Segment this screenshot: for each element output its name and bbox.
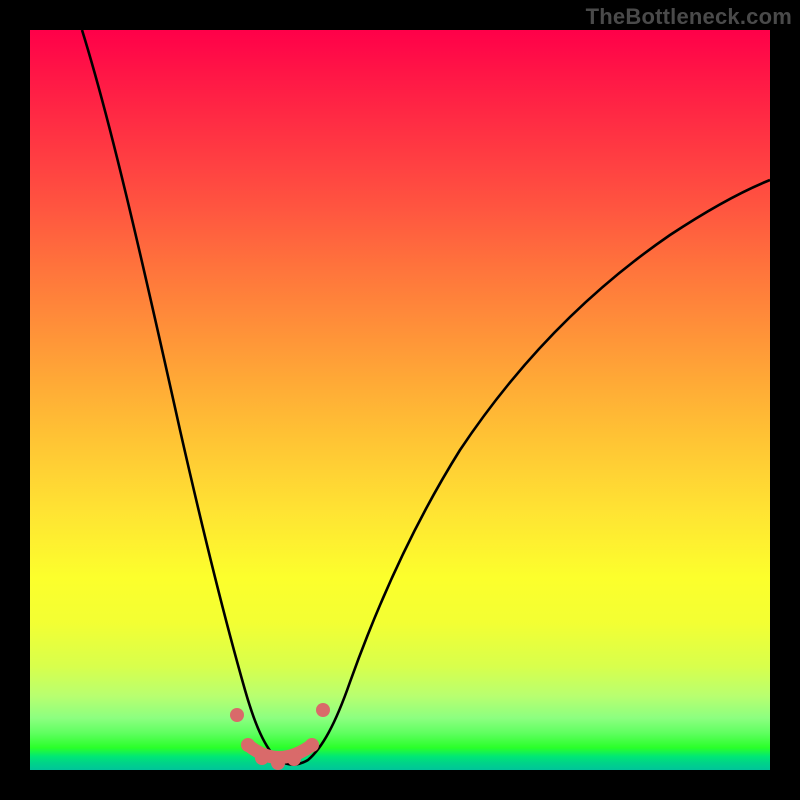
watermark-text: TheBottleneck.com bbox=[586, 4, 792, 30]
valley-markers bbox=[230, 703, 330, 770]
bottleneck-curve bbox=[82, 30, 770, 765]
bottleneck-curve-svg bbox=[30, 30, 770, 770]
plot-area bbox=[30, 30, 770, 770]
chart-frame: TheBottleneck.com bbox=[0, 0, 800, 800]
